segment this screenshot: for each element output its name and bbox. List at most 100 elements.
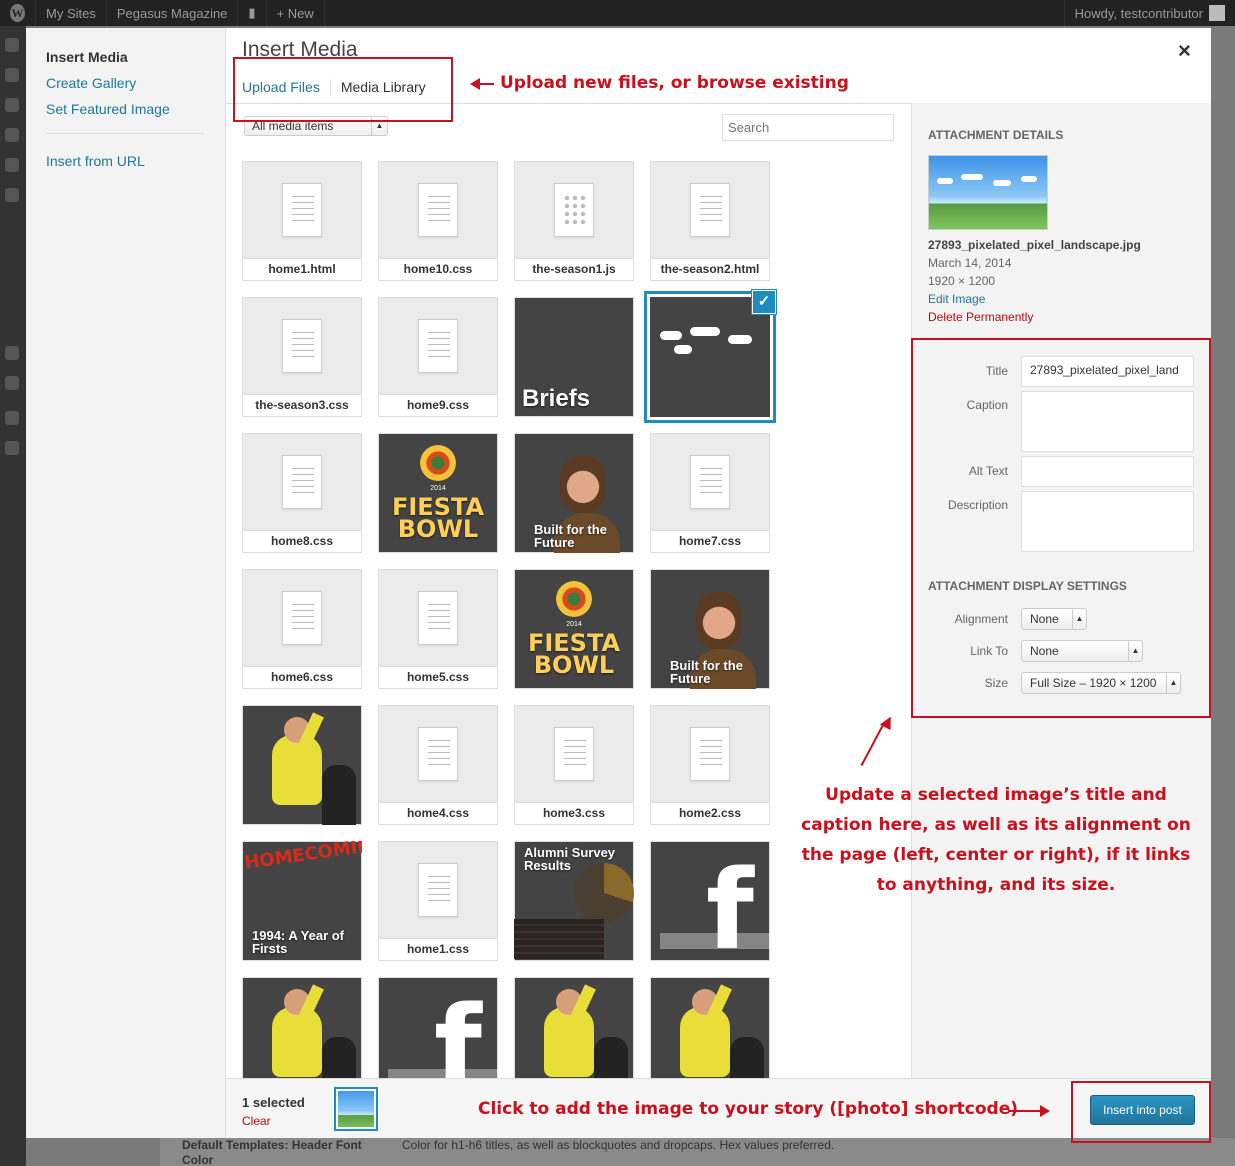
- edit-image-link[interactable]: Edit Image: [928, 292, 985, 306]
- image-overlay-text: Built for the Future: [534, 522, 607, 550]
- media-item[interactable]: the-season2.html: [650, 161, 770, 281]
- selection-count: 1 selected: [242, 1095, 305, 1110]
- image-overlay-text: 1994: A Year of Firsts: [252, 928, 345, 956]
- menu-separator: [46, 133, 204, 134]
- background-field-label: Default Templates: Header Font Color: [182, 1138, 362, 1166]
- media-item[interactable]: home1.css: [378, 841, 498, 961]
- admin-bar-site-name[interactable]: Pegasus Magazine: [107, 0, 239, 26]
- attachment-details-heading: ATTACHMENT DETAILS: [928, 128, 1064, 142]
- media-item[interactable]: home2.css: [650, 705, 770, 825]
- media-item-filename: home5.css: [378, 666, 498, 689]
- media-item-filename: home2.css: [650, 802, 770, 825]
- homecoming-text: HOMECOMING: [243, 841, 362, 874]
- users-icon: [5, 411, 19, 425]
- admin-bar-account[interactable]: Howdy, testcontributor: [1063, 0, 1235, 26]
- menu-item-create-gallery[interactable]: Create Gallery: [46, 75, 136, 91]
- media-item[interactable]: home4.css: [378, 705, 498, 825]
- media-item[interactable]: home10.css: [378, 161, 498, 281]
- menu-item-insert-media[interactable]: Insert Media: [46, 49, 128, 65]
- annotation-arrow-line: [478, 83, 494, 85]
- document-icon: [554, 727, 594, 781]
- menu-item-set-featured-image[interactable]: Set Featured Image: [46, 101, 170, 117]
- media-item-image[interactable]: Built for the Future: [650, 569, 770, 689]
- fiesta-year: 2014: [566, 621, 582, 628]
- clear-selection-link[interactable]: Clear: [242, 1114, 271, 1128]
- media-item-filename: home1.html: [242, 258, 362, 281]
- media-item-filename: home3.css: [514, 802, 634, 825]
- document-icon: [690, 455, 730, 509]
- media-item[interactable]: home6.css: [242, 569, 362, 689]
- media-item-image[interactable]: [242, 705, 362, 825]
- media-item[interactable]: the-season1.js: [514, 161, 634, 281]
- image-overlay-text: FIESTA BOWL: [527, 629, 621, 679]
- fiesta-logo-icon: [556, 581, 592, 617]
- search-input[interactable]: [722, 114, 894, 141]
- media-item[interactable]: home7.css: [650, 433, 770, 553]
- dashboard-icon: [5, 38, 19, 52]
- posts-icon: [5, 68, 19, 82]
- document-icon: [418, 727, 458, 781]
- media-item[interactable]: home9.css: [378, 297, 498, 417]
- media-item[interactable]: home3.css: [514, 705, 634, 825]
- media-menu: Insert Media Create Gallery Set Featured…: [26, 28, 226, 1138]
- annotation-tabs-note: Upload new files, or browse existing: [500, 73, 849, 93]
- media-item[interactable]: home5.css: [378, 569, 498, 689]
- pages-icon: [5, 158, 19, 172]
- document-icon: [418, 183, 458, 237]
- annotation-box-insert: [1071, 1081, 1211, 1143]
- media-item-image[interactable]: HOMECOMING 1994: A Year of Firsts: [242, 841, 362, 961]
- fiesta-logo-icon: [420, 445, 456, 481]
- document-icon: [418, 319, 458, 373]
- document-icon: [282, 319, 322, 373]
- media-item-image[interactable]: Built for the Future: [514, 433, 634, 553]
- media-item-image[interactable]: f: [650, 841, 770, 961]
- media-item-filename: home8.css: [242, 530, 362, 553]
- attachment-thumbnail: [928, 155, 1048, 230]
- menu-item-insert-from-url[interactable]: Insert from URL: [46, 153, 145, 169]
- annotation-box-settings: [911, 338, 1211, 718]
- document-icon: [418, 863, 458, 917]
- media-item-filename: home4.css: [378, 802, 498, 825]
- image-overlay-text: FIESTA BOWL: [391, 493, 485, 543]
- media-item-filename: the-season2.html: [650, 258, 770, 281]
- close-icon[interactable]: ×: [1178, 38, 1191, 64]
- media-item-filename: home7.css: [650, 530, 770, 553]
- admin-bar: W My Sites Pegasus Magazine ▮ + New Howd…: [0, 0, 1235, 26]
- media-item-filename: home1.css: [378, 938, 498, 961]
- attachment-date: March 14, 2014: [928, 256, 1012, 270]
- media-item-image[interactable]: 2014 FIESTA BOWL: [514, 569, 634, 689]
- checkmark-icon[interactable]: ✓: [752, 290, 776, 314]
- appearance-icon: [5, 346, 19, 360]
- comments-icon: [5, 188, 19, 202]
- admin-bar-new[interactable]: + New: [267, 0, 325, 26]
- annotation-box-tabs: [233, 57, 453, 122]
- media-item-image-selected[interactable]: [650, 297, 770, 417]
- admin-bar-my-sites[interactable]: My Sites: [36, 0, 107, 26]
- image-overlay-text: Built for the Future: [670, 658, 743, 686]
- admin-sidebar-background: [0, 26, 26, 1166]
- comment-icon[interactable]: ▮: [238, 0, 267, 26]
- media-item-filename: home10.css: [378, 258, 498, 281]
- media-item-image[interactable]: Briefs: [514, 297, 634, 417]
- media-item-image[interactable]: Alumni Survey Results: [514, 841, 634, 961]
- document-icon: [282, 591, 322, 645]
- plugins-icon: [5, 376, 19, 390]
- media-item-image[interactable]: 2014 FIESTA BOWL: [378, 433, 498, 553]
- wordpress-logo-icon[interactable]: W: [0, 0, 36, 26]
- selection-thumbnail[interactable]: [334, 1087, 378, 1131]
- image-overlay-text: Briefs: [522, 385, 591, 412]
- media-icon: [5, 98, 19, 112]
- delete-permanently-link[interactable]: Delete Permanently: [928, 310, 1033, 324]
- media-item[interactable]: home8.css: [242, 433, 362, 553]
- media-item-filename: home9.css: [378, 394, 498, 417]
- annotation-settings-note: Update a selected image’s title and capt…: [801, 785, 1191, 895]
- facebook-icon: f: [706, 846, 754, 961]
- media-item-filename: home6.css: [242, 666, 362, 689]
- annotation-insert-note: Click to add the image to your story ([p…: [478, 1099, 1019, 1119]
- media-item[interactable]: the-season3.css: [242, 297, 362, 417]
- media-item-filename: the-season1.js: [514, 258, 634, 281]
- media-item-filename: the-season3.css: [242, 394, 362, 417]
- document-icon: [282, 183, 322, 237]
- document-icon: [418, 591, 458, 645]
- media-item[interactable]: home1.html: [242, 161, 362, 281]
